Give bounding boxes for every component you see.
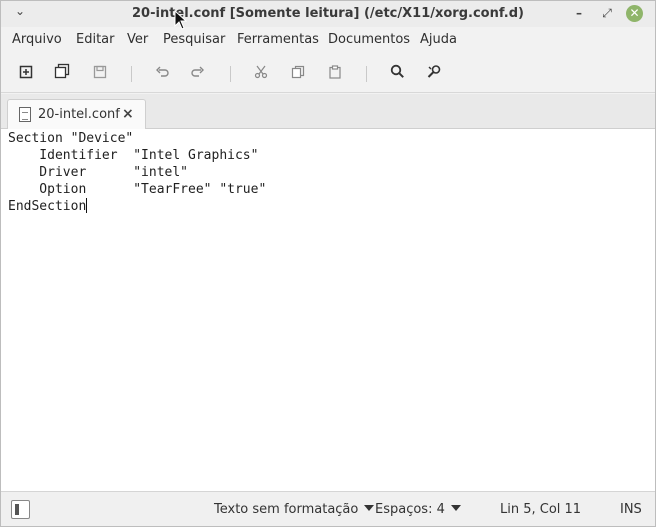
code-line: EndSection — [8, 199, 87, 214]
tab-close-icon[interactable]: × — [122, 106, 134, 122]
code-line: Identifier "Intel Graphics" — [8, 148, 259, 163]
code-line-last: EndSection — [8, 198, 266, 215]
menu-ferramentas[interactable]: Ferramentas — [237, 32, 319, 47]
menu-ver[interactable]: Ver — [127, 32, 148, 47]
menu-bar: Arquivo Editar Ver Pesquisar Ferramentas… — [1, 28, 655, 52]
minimize-button[interactable]: – — [571, 5, 587, 21]
code-line: Section "Device" — [8, 131, 134, 146]
status-bar: Texto sem formatação Espaços: 4 Lin 5, C… — [1, 491, 655, 526]
title-bar[interactable]: ⌄ 20-intel.conf [Somente leitura] (/etc/… — [1, 1, 655, 27]
cut-icon[interactable] — [250, 63, 272, 85]
menu-ajuda[interactable]: Ajuda — [420, 32, 457, 47]
menu-pesquisar[interactable]: Pesquisar — [163, 32, 225, 47]
new-document-icon[interactable] — [15, 63, 37, 85]
menu-editar[interactable]: Editar — [76, 32, 115, 47]
dropdown-caret-icon — [364, 505, 375, 511]
document-icon — [19, 107, 31, 122]
tab-label: 20-intel.conf — [38, 107, 120, 122]
indent-selector[interactable]: Espaços: 4 — [375, 502, 461, 517]
text-editor-window: ⌄ 20-intel.conf [Somente leitura] (/etc/… — [0, 0, 656, 527]
window-title: 20-intel.conf [Somente leitura] (/etc/X1… — [132, 6, 524, 21]
syntax-selector[interactable]: Texto sem formatação — [214, 502, 375, 517]
code-line: Driver "intel" — [8, 165, 189, 180]
save-icon[interactable] — [89, 63, 111, 85]
text-editor-area[interactable]: Section "Device" Identifier "Intel Graph… — [1, 129, 655, 491]
code-line: Option "TearFree" "true" — [8, 182, 267, 197]
redo-icon[interactable] — [187, 63, 209, 85]
toolbar-separator — [366, 66, 367, 82]
paste-icon[interactable] — [324, 63, 346, 85]
menu-documentos[interactable]: Documentos — [328, 32, 410, 47]
close-window-button[interactable]: ✕ — [626, 5, 643, 22]
editor-content[interactable]: Section "Device" Identifier "Intel Graph… — [8, 130, 266, 215]
new-window-icon[interactable] — [51, 63, 73, 85]
search-icon[interactable] — [386, 63, 408, 85]
insert-mode: INS — [620, 502, 642, 517]
side-panel-toggle-icon[interactable] — [11, 500, 30, 519]
dropdown-caret-icon — [450, 505, 461, 511]
menu-arquivo[interactable]: Arquivo — [12, 32, 62, 47]
text-cursor — [86, 198, 88, 213]
spaces-label: Espaços: 4 — [375, 502, 445, 517]
toolbar-separator — [131, 66, 132, 82]
syntax-label: Texto sem formatação — [214, 502, 359, 517]
tab-20-intel-conf[interactable]: 20-intel.conf × — [7, 99, 146, 129]
toolbar-separator — [230, 66, 231, 82]
cursor-position: Lin 5, Col 11 — [500, 502, 582, 517]
undo-icon[interactable] — [151, 63, 173, 85]
maximize-button[interactable]: ⤢ — [599, 5, 615, 21]
toolbar — [1, 55, 655, 93]
replace-icon[interactable] — [423, 63, 445, 85]
copy-icon[interactable] — [287, 63, 309, 85]
tab-bar: 20-intel.conf × — [1, 94, 655, 129]
